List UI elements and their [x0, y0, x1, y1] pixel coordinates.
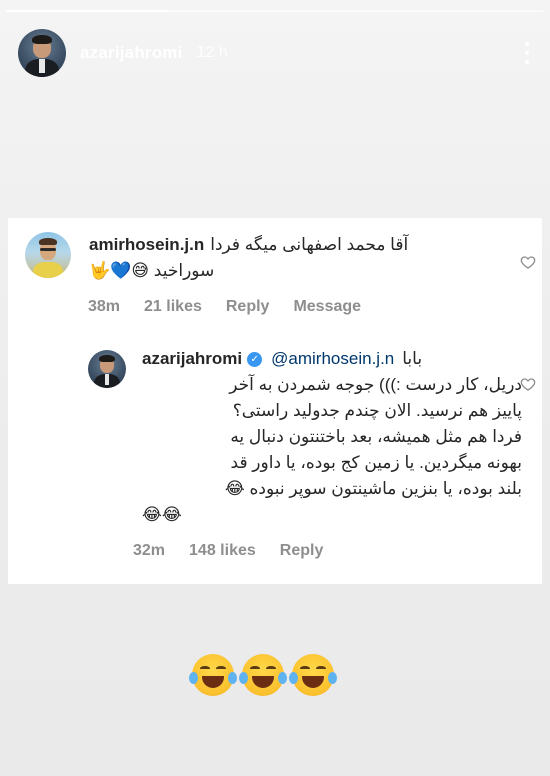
- comment-time: 38m: [88, 298, 121, 315]
- reply-text-line6: 😂😂: [142, 505, 182, 524]
- reply-meta: 32m 148 likes Reply: [133, 542, 347, 560]
- comment-likes[interactable]: 21 likes: [144, 298, 202, 316]
- sticker-emojis: [189, 654, 337, 696]
- comment-text-line1: آقا محمد اصفهانی میگه فردا: [210, 235, 409, 254]
- comment-card: amirhosein.j.n آقا محمد اصفهانی میگه فرد…: [8, 218, 542, 584]
- comment-first-line: amirhosein.j.n آقا محمد اصفهانی میگه فرد…: [89, 232, 525, 258]
- verified-badge-icon: ✓: [247, 351, 263, 367]
- reply-comment: azarijahromi ✓ @amirhosein.j.n بابا دریل…: [88, 346, 528, 528]
- reply-reply-button[interactable]: Reply: [280, 542, 324, 560]
- more-vertical-icon[interactable]: [518, 39, 536, 67]
- story-header: azarijahromi 12 h: [18, 28, 536, 78]
- story-username[interactable]: azarijahromi: [80, 43, 183, 63]
- reply-head: azarijahromi ✓ @amirhosein.j.n بابا: [142, 346, 528, 372]
- tears-of-joy-icon: [289, 654, 337, 696]
- story-avatar[interactable]: [18, 29, 66, 77]
- reply-username[interactable]: azarijahromi: [142, 346, 242, 372]
- reply-time: 32m: [133, 542, 166, 559]
- reply-likes[interactable]: 148 likes: [189, 542, 256, 560]
- comment-meta: 38m 21 likes Reply Message: [88, 298, 385, 316]
- message-button[interactable]: Message: [293, 298, 361, 316]
- story-progress-fill: [6, 10, 168, 12]
- reply-text-line2: پاییز هم نرسید. الان چندم جدولید راستی؟: [232, 401, 522, 420]
- reply-text-line3: فردا هم مثل همیشه، بعد باختنتون دنبال یه: [230, 427, 522, 446]
- comment-text-line2: سوراخید 😅💙🤟: [89, 261, 215, 280]
- tears-of-joy-icon: [239, 654, 287, 696]
- reply-text-line0: بابا: [402, 349, 423, 368]
- reply-mention[interactable]: @amirhosein.j.n: [271, 346, 394, 372]
- commenter-avatar[interactable]: [25, 232, 71, 278]
- reply-body: azarijahromi ✓ @amirhosein.j.n بابا دریل…: [142, 346, 528, 528]
- reply-text-line1: دریل، کار درست :))) جوجه شمردن به آخر: [229, 375, 522, 394]
- reply-text-line4: بهونه میگردین. یا زمین کج بوده، یا داور …: [230, 453, 522, 472]
- comment-username[interactable]: amirhosein.j.n: [89, 232, 204, 258]
- tears-of-joy-icon: [189, 654, 237, 696]
- story-progress-bar: [6, 10, 544, 12]
- comment-body: amirhosein.j.n آقا محمد اصفهانی میگه فرد…: [89, 232, 525, 284]
- reply-button[interactable]: Reply: [226, 298, 270, 316]
- reply-text-line5: بلند بوده، یا بنزین ماشینتون سوپر نبوده …: [224, 479, 522, 498]
- story-timestamp: 12 h: [196, 44, 228, 61]
- heart-icon[interactable]: [520, 376, 536, 392]
- comment: amirhosein.j.n آقا محمد اصفهانی میگه فرد…: [25, 232, 525, 284]
- heart-icon[interactable]: [520, 254, 536, 270]
- reply-avatar[interactable]: [88, 350, 126, 388]
